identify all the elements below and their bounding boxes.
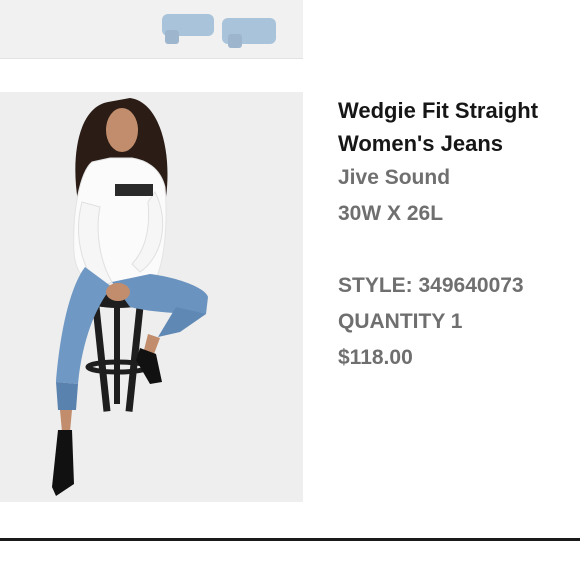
- product-quantity: QUANTITY 1: [338, 310, 463, 333]
- heel-left: [52, 430, 74, 496]
- item-divider: [0, 58, 303, 59]
- product-color: Jive Sound: [338, 166, 451, 189]
- ankle-left: [60, 410, 72, 432]
- product-style: STYLE: 349640073: [338, 274, 524, 297]
- product-price: $118.00: [338, 346, 413, 369]
- product-title-line1[interactable]: Wedgie Fit Straight: [338, 94, 580, 127]
- section-divider: [0, 538, 580, 541]
- sandal-heel: [228, 34, 242, 48]
- model-illustration: [52, 98, 208, 496]
- previous-item-photo[interactable]: [0, 0, 303, 58]
- product-photo[interactable]: [0, 92, 303, 502]
- jeans-shin: [56, 382, 78, 410]
- details-spacer: [338, 232, 580, 268]
- face: [106, 108, 138, 152]
- hands: [106, 283, 130, 301]
- product-title-line2[interactable]: Women's Jeans: [338, 127, 580, 160]
- product-details: Wedgie Fit Straight Women's Jeans Jive S…: [338, 94, 580, 376]
- sandal-heel: [165, 30, 179, 44]
- shirt-logo: [115, 184, 153, 196]
- product-size: 30W X 26L: [338, 202, 444, 225]
- heel-right: [136, 348, 162, 384]
